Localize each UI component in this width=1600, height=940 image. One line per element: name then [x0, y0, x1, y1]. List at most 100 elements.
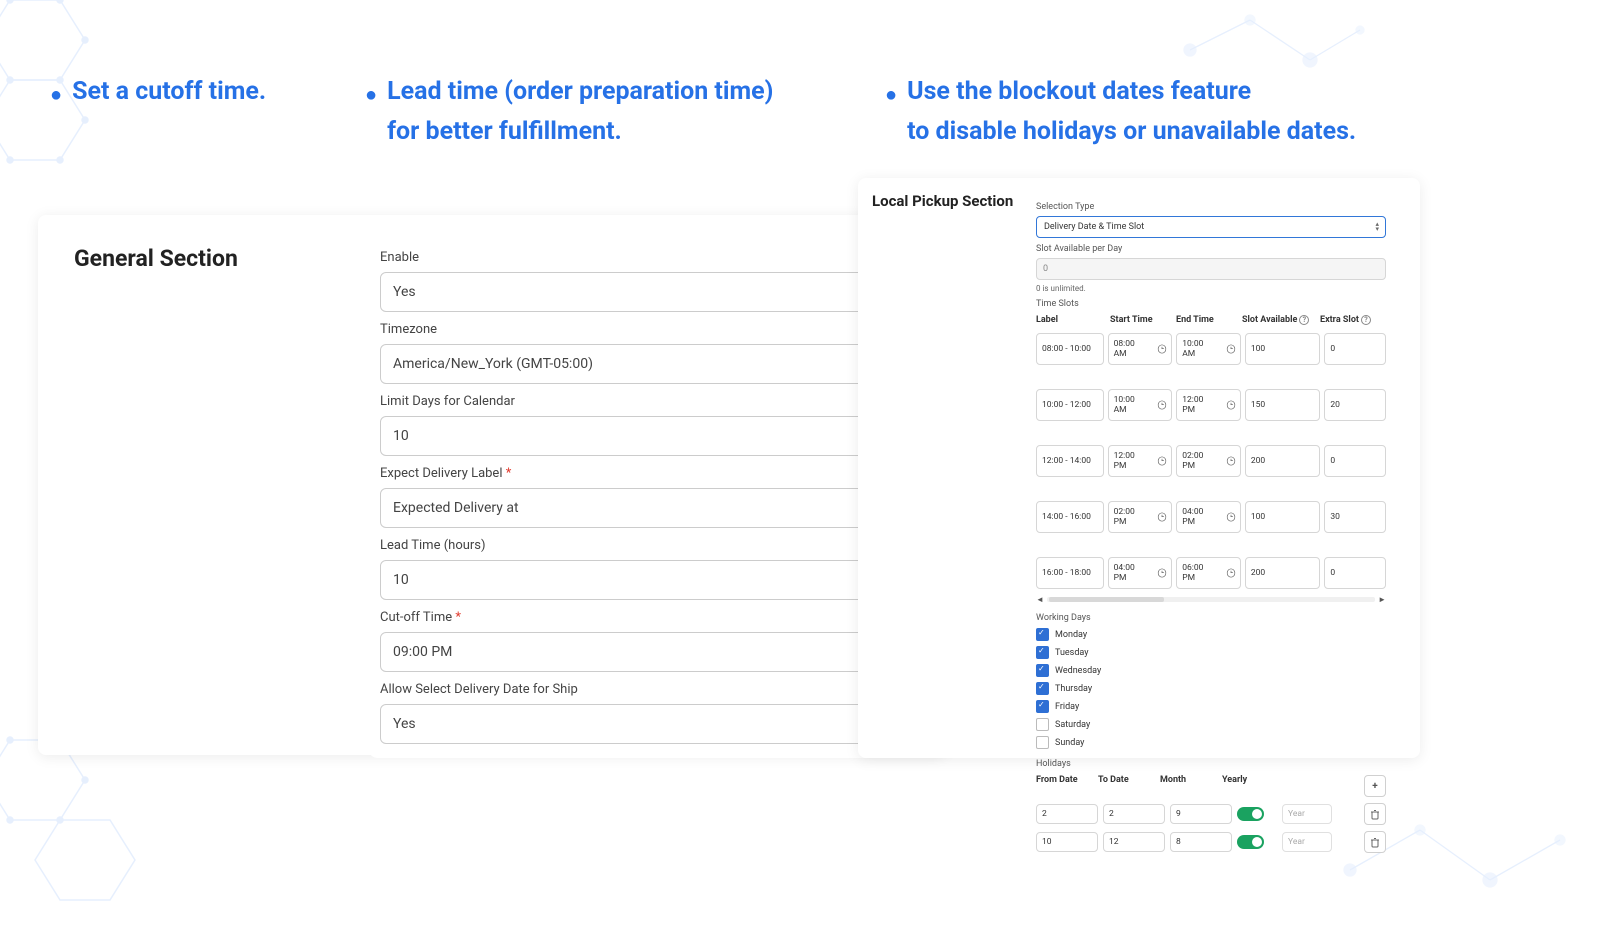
time-slot-row: 12:00 - 14:0012:00 PM02:00 PM2000 — [1036, 445, 1386, 477]
checkbox[interactable] — [1036, 700, 1049, 713]
working-day-row: Thursday — [1036, 682, 1386, 695]
help-icon[interactable]: ? — [1361, 315, 1371, 325]
holiday-month-input[interactable]: 9 — [1170, 804, 1232, 824]
holiday-to-input[interactable]: 2 — [1103, 804, 1165, 824]
checkbox[interactable] — [1036, 628, 1049, 641]
selection-type-select[interactable]: Delivery Date & Time Slot ▴▾ — [1036, 216, 1386, 238]
bullet-icon: ● — [885, 80, 897, 160]
clock-icon — [1158, 513, 1166, 522]
working-days-label: Working Days — [1036, 613, 1386, 623]
bullet-icon: ● — [50, 80, 62, 160]
checkbox[interactable] — [1036, 736, 1049, 749]
slot-start-input[interactable]: 08:00 AM — [1108, 333, 1173, 365]
clock-icon — [1158, 401, 1166, 410]
time-slot-row: 10:00 - 12:0010:00 AM12:00 PM15020 — [1036, 389, 1386, 421]
slot-end-input[interactable]: 12:00 PM — [1176, 389, 1241, 421]
time-slot-row: 16:00 - 18:0004:00 PM06:00 PM2000 — [1036, 557, 1386, 589]
slot-end-input[interactable]: 10:00 AM — [1176, 333, 1241, 365]
add-holiday-button[interactable]: + — [1364, 775, 1386, 797]
checkbox[interactable] — [1036, 664, 1049, 677]
hol-header-month: Month — [1160, 775, 1222, 797]
holidays-rows: 229Year10128Year — [1036, 803, 1386, 853]
yearly-toggle[interactable] — [1237, 835, 1264, 849]
yearly-toggle[interactable] — [1237, 807, 1264, 821]
checkbox[interactable] — [1036, 718, 1049, 731]
time-slot-row: 14:00 - 16:0002:00 PM04:00 PM10030 — [1036, 501, 1386, 533]
delete-holiday-button[interactable] — [1364, 831, 1386, 853]
slot-available-input[interactable]: 100 — [1245, 333, 1321, 365]
slot-available-input[interactable]: 200 — [1245, 445, 1321, 477]
checkbox[interactable] — [1036, 646, 1049, 659]
local-pickup-title: Local Pickup Section — [872, 192, 1013, 210]
slot-available-input[interactable]: 150 — [1245, 389, 1321, 421]
chevron-updown-icon: ▴▾ — [1375, 222, 1378, 232]
ts-header-end: End Time — [1176, 315, 1242, 325]
slot-start-input[interactable]: 04:00 PM — [1108, 557, 1173, 589]
slot-label-input[interactable]: 12:00 - 14:00 — [1036, 445, 1104, 477]
help-icon[interactable]: ? — [1299, 315, 1309, 325]
hol-header-yearly: Yearly — [1222, 775, 1322, 797]
holidays-label: Holidays — [1036, 759, 1386, 769]
delete-holiday-button[interactable] — [1364, 803, 1386, 825]
selection-type-value: Delivery Date & Time Slot — [1044, 222, 1144, 232]
clock-icon — [1226, 569, 1234, 578]
slot-label-input[interactable]: 14:00 - 16:00 — [1036, 501, 1104, 533]
holiday-from-input[interactable]: 10 — [1036, 832, 1098, 852]
feature-text: to disable holidays or unavailable dates… — [907, 112, 1356, 152]
slot-start-input[interactable]: 10:00 AM — [1108, 389, 1173, 421]
slot-label-input[interactable]: 16:00 - 18:00 — [1036, 557, 1104, 589]
checkbox[interactable] — [1036, 682, 1049, 695]
slot-extra-input[interactable]: 0 — [1324, 557, 1386, 589]
slot-start-input[interactable]: 02:00 PM — [1108, 501, 1173, 533]
holiday-row: 229Year — [1036, 803, 1386, 825]
slot-end-input[interactable]: 02:00 PM — [1176, 445, 1241, 477]
horizontal-scrollbar[interactable]: ◄ ► — [1036, 595, 1386, 603]
ts-header-label: Label — [1036, 315, 1110, 325]
slot-extra-input[interactable]: 30 — [1324, 501, 1386, 533]
clock-icon — [1226, 345, 1234, 354]
working-day-row: Wednesday — [1036, 664, 1386, 677]
working-day-row: Tuesday — [1036, 646, 1386, 659]
time-slots-header: Label Start Time End Time Slot Available… — [1036, 315, 1386, 325]
feature-text: Use the blockout dates feature — [907, 72, 1356, 112]
slot-end-input[interactable]: 04:00 PM — [1176, 501, 1241, 533]
selection-type-label: Selection Type — [1036, 202, 1386, 212]
slot-available-input[interactable]: 200 — [1245, 557, 1321, 589]
ts-header-extra: Extra Slot? — [1320, 315, 1371, 325]
slot-extra-input[interactable]: 0 — [1324, 333, 1386, 365]
holiday-year-input[interactable]: Year — [1282, 804, 1332, 824]
trash-icon — [1370, 809, 1380, 820]
feature-cutoff: ● Set a cutoff time. — [50, 72, 345, 152]
slot-available-value: 0 — [1043, 264, 1048, 274]
working-day-label: Tuesday — [1055, 648, 1089, 658]
holiday-to-input[interactable]: 12 — [1103, 832, 1165, 852]
general-section-panel: General Section Enable Yes ▴▾ Timezone A… — [38, 215, 946, 755]
slot-label-input[interactable]: 08:00 - 10:00 — [1036, 333, 1104, 365]
slot-available-input[interactable]: 0 — [1036, 258, 1386, 280]
working-days-list: MondayTuesdayWednesdayThursdayFridaySatu… — [1036, 628, 1386, 749]
slot-start-input[interactable]: 12:00 PM — [1108, 445, 1173, 477]
slot-available-input[interactable]: 100 — [1245, 501, 1321, 533]
clock-icon — [1226, 457, 1234, 466]
holiday-row: 10128 Year — [1036, 831, 1386, 853]
feature-text: Set a cutoff time. — [72, 72, 266, 152]
slot-extra-input[interactable]: 20 — [1324, 389, 1386, 421]
clock-icon — [1226, 513, 1234, 522]
working-day-row: Sunday — [1036, 736, 1386, 749]
clock-icon — [1226, 401, 1234, 410]
feature-text: Lead time (order preparation time) — [387, 72, 773, 112]
scroll-right-icon[interactable]: ► — [1378, 595, 1386, 604]
working-day-row: Monday — [1036, 628, 1386, 641]
working-day-label: Sunday — [1055, 738, 1084, 748]
slot-label-input[interactable]: 10:00 - 12:00 — [1036, 389, 1104, 421]
hol-header-from: From Date — [1036, 775, 1098, 797]
feature-bullets: ● Set a cutoff time. ● Lead time (order … — [50, 72, 1550, 152]
holidays-header: From Date To Date Month Yearly + — [1036, 775, 1386, 797]
slot-end-input[interactable]: 06:00 PM — [1176, 557, 1241, 589]
holiday-month-input[interactable]: 8 — [1170, 832, 1232, 852]
holiday-from-input[interactable]: 2 — [1036, 804, 1098, 824]
slot-extra-input[interactable]: 0 — [1324, 445, 1386, 477]
slot-available-hint: 0 is unlimited. — [1036, 284, 1386, 293]
holiday-year-input[interactable]: Year — [1282, 832, 1332, 852]
scroll-left-icon[interactable]: ◄ — [1036, 595, 1044, 604]
